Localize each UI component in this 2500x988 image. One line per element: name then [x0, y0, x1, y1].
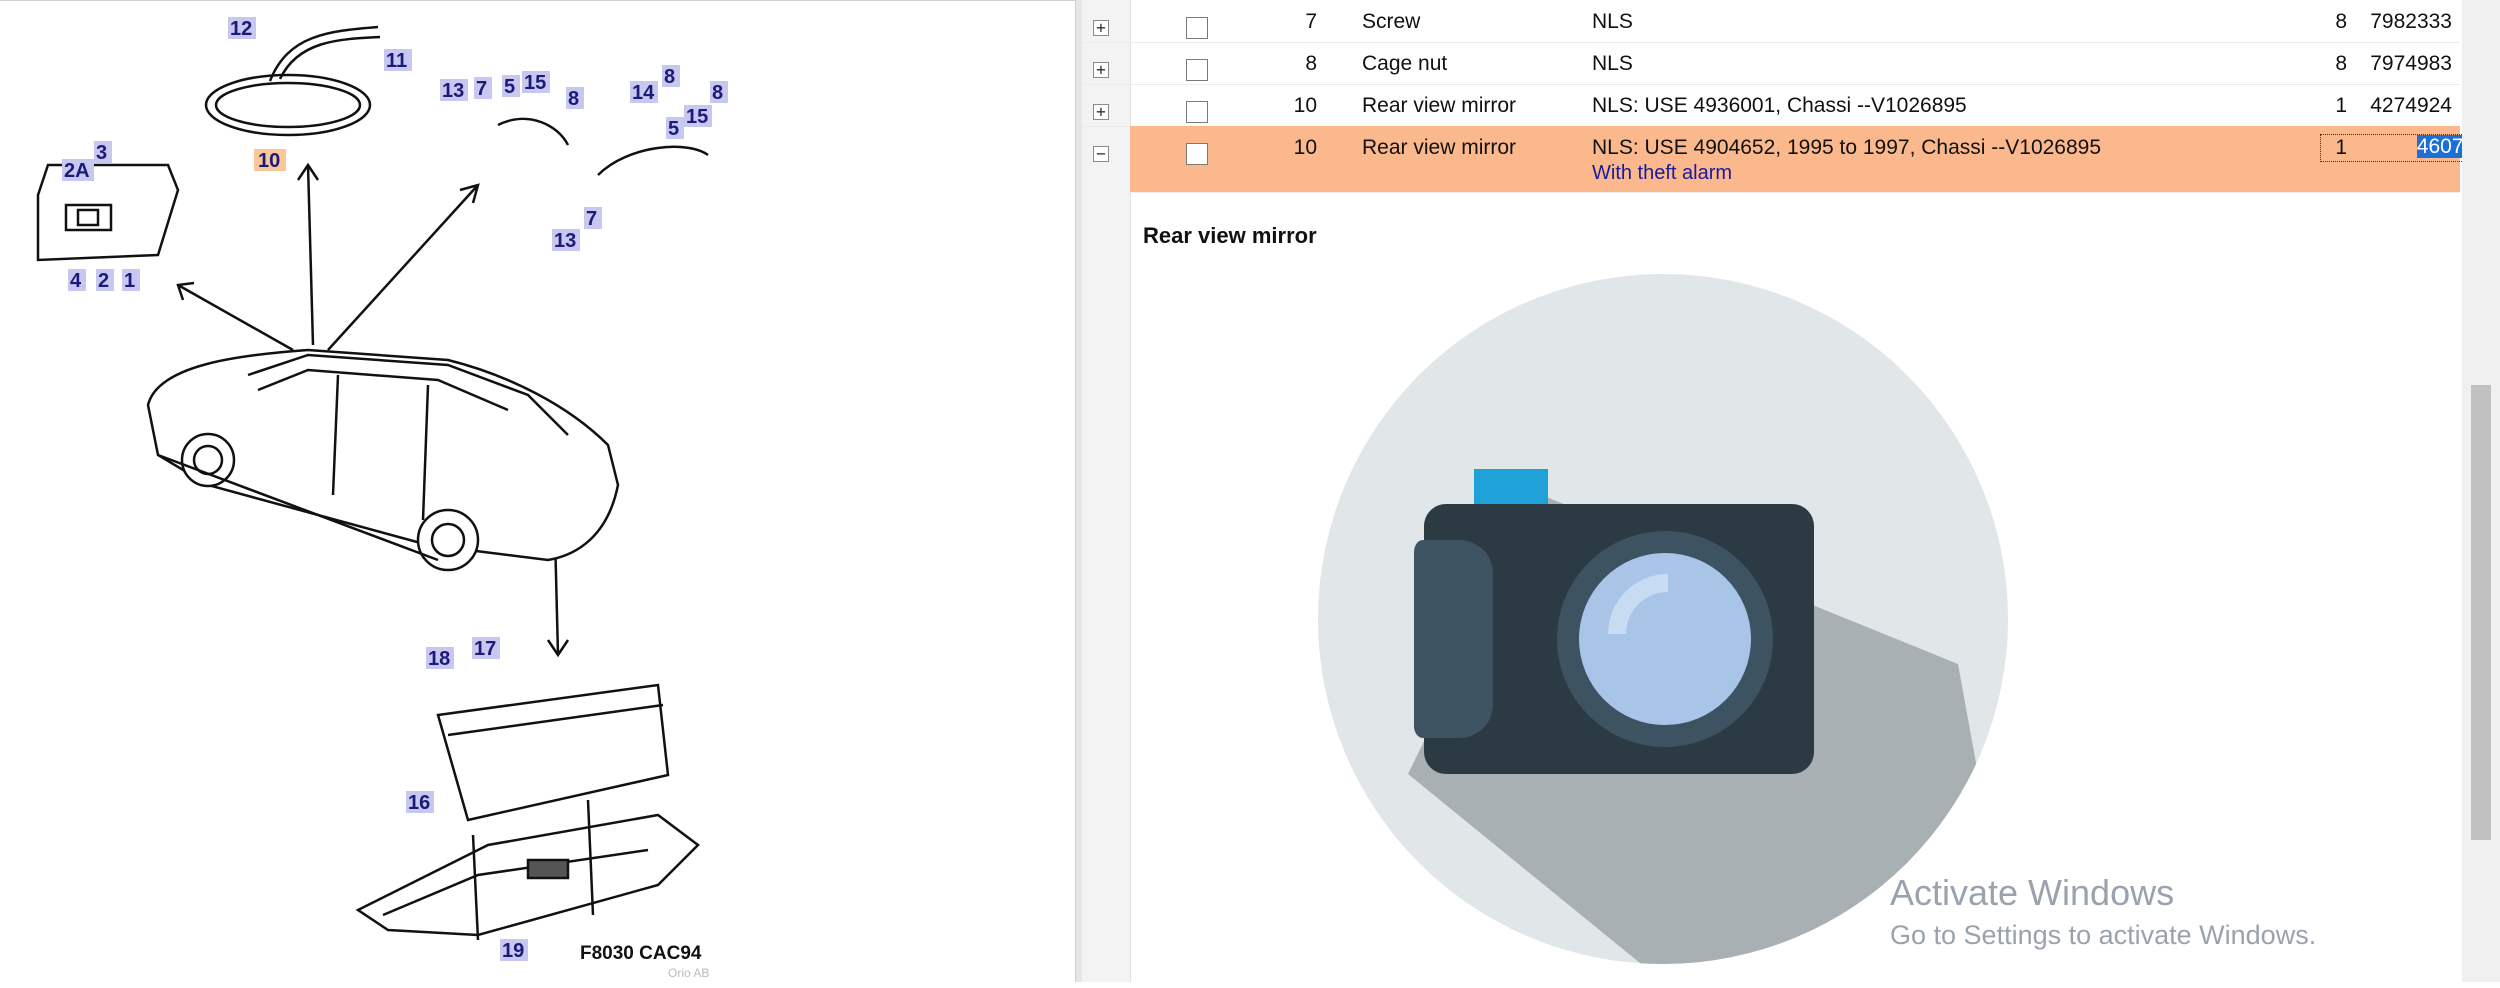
svg-text:8: 8	[664, 66, 675, 88]
row-note: NLS: USE 4904652, 1995 to 1997, Chassi -…	[1592, 136, 2102, 159]
expand-icon[interactable]: +	[1093, 104, 1109, 120]
row-quantity: 8	[2335, 52, 2347, 75]
svg-text:5: 5	[668, 118, 679, 140]
diagram-pane: 12 11 10 13 7 5 15 8 14 8 5 15 8 7 13 3 …	[0, 0, 1075, 983]
svg-text:10: 10	[258, 150, 280, 172]
row-position: 10	[1293, 94, 1317, 117]
svg-text:5: 5	[504, 76, 515, 98]
row-description: Rear view mirror	[1362, 136, 1517, 159]
parts-pane: + 7 Screw NLS 8 7982333 + 8 Cage nut NLS…	[1082, 0, 2500, 982]
watermark-title: Activate Windows	[1890, 872, 2175, 913]
row-quantity: 1	[2335, 136, 2347, 159]
svg-text:2A: 2A	[64, 160, 90, 182]
row-part-number[interactable]: 7974983	[2352, 52, 2452, 76]
row-quantity: 1	[2335, 94, 2347, 117]
svg-text:3: 3	[96, 142, 107, 164]
row-position: 7	[1305, 10, 1317, 33]
collapse-icon[interactable]: −	[1093, 146, 1109, 162]
svg-text:1: 1	[124, 270, 135, 292]
svg-text:7: 7	[586, 208, 597, 230]
row-note: NLS	[1592, 52, 1633, 75]
exploded-view-diagram: 12 11 10 13 7 5 15 8 14 8 5 15 8 7 13 3 …	[36, 17, 728, 980]
svg-text:13: 13	[442, 80, 464, 102]
row-position: 10	[1293, 136, 1317, 159]
activate-windows-watermark: Activate Windows Go to Settings to activ…	[1890, 872, 2316, 951]
svg-text:7: 7	[476, 78, 487, 100]
svg-text:8: 8	[568, 88, 579, 110]
watermark-subtitle: Go to Settings to activate Windows.	[1890, 920, 2317, 950]
table-row[interactable]: + 10 Rear view mirror NLS: USE 4936001, …	[1082, 84, 2460, 127]
expand-icon[interactable]: +	[1093, 20, 1109, 36]
row-checkbox[interactable]	[1186, 59, 1208, 81]
diagram-code: F8030 CAC94	[580, 943, 702, 964]
camera-placeholder-icon	[1318, 274, 2008, 964]
svg-text:11: 11	[386, 50, 407, 72]
svg-text:19: 19	[502, 940, 524, 962]
detail-title: Rear view mirror	[1143, 223, 1317, 248]
scrollbar-thumb[interactable]	[2471, 385, 2491, 840]
table-row-selected[interactable]: 10 Rear view mirror NLS: USE 4904652, 19…	[1130, 126, 2500, 193]
svg-text:18: 18	[428, 648, 450, 670]
parts-diagram[interactable]: 12 11 10 13 7 5 15 8 14 8 5 15 8 7 13 3 …	[8, 15, 734, 983]
row-checkbox[interactable]	[1186, 101, 1208, 123]
row-subnote: With theft alarm	[1592, 162, 1733, 184]
row-part-number[interactable]: 4274924	[2352, 94, 2452, 118]
row-description: Screw	[1362, 10, 1421, 33]
svg-text:15: 15	[686, 106, 708, 128]
svg-text:16: 16	[408, 792, 430, 814]
row-note: NLS	[1592, 10, 1633, 33]
row-description: Cage nut	[1362, 52, 1448, 75]
table-row[interactable]: + 8 Cage nut NLS 8 7974983	[1082, 42, 2460, 85]
table-row[interactable]: + 7 Screw NLS 8 7982333	[1082, 0, 2460, 43]
svg-text:8: 8	[712, 82, 723, 104]
row-note: NLS: USE 4936001, Chassi --V1026895	[1592, 94, 1967, 117]
svg-text:15: 15	[524, 72, 546, 94]
svg-text:4: 4	[70, 270, 82, 292]
svg-text:13: 13	[554, 230, 576, 252]
diagram-copyright: Orio AB	[668, 966, 709, 980]
row-checkbox[interactable]	[1186, 143, 1208, 165]
row-checkbox[interactable]	[1186, 17, 1208, 39]
vertical-scrollbar[interactable]	[2462, 0, 2500, 982]
svg-text:2: 2	[98, 270, 109, 292]
row-part-number[interactable]: 7982333	[2352, 10, 2452, 34]
row-quantity: 8	[2335, 10, 2347, 33]
row-position: 8	[1305, 52, 1317, 75]
row-description: Rear view mirror	[1362, 94, 1517, 117]
expand-icon[interactable]: +	[1093, 62, 1109, 78]
svg-text:17: 17	[474, 638, 496, 660]
svg-text:12: 12	[230, 18, 252, 40]
svg-text:14: 14	[632, 82, 655, 104]
